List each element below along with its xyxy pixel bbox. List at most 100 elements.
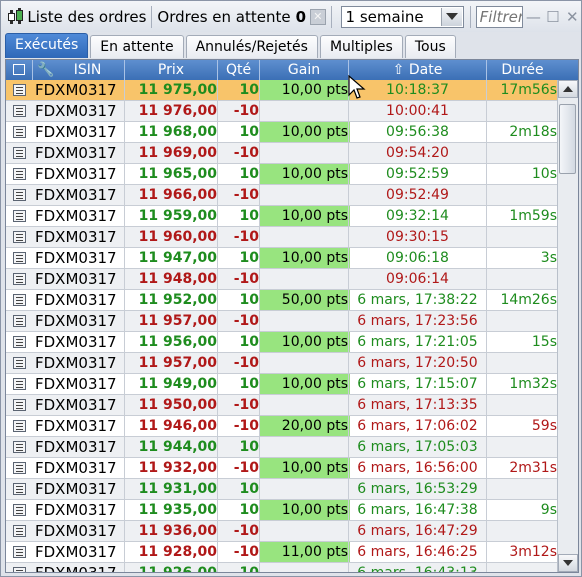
row-detail-cell [6, 479, 32, 499]
period-select[interactable]: 1 semaine [340, 5, 464, 28]
column-header-isin[interactable]: 🔧 ISIN [33, 60, 125, 80]
column-header-doc[interactable] [6, 60, 33, 80]
tab-executes[interactable]: Exécutés [5, 33, 89, 58]
column-header-prix[interactable]: Prix [125, 60, 218, 80]
document-icon[interactable] [12, 504, 26, 516]
table-row[interactable]: FDXM0317 11 947,00 10 10,00 pts 09:06:18 3s [6, 248, 558, 269]
document-icon[interactable] [12, 525, 26, 537]
column-header-duree[interactable]: Durée [487, 60, 558, 80]
scrollbar-thumb[interactable] [559, 104, 576, 174]
date-cell: 6 mars, 17:13:35 [357, 397, 478, 413]
divider [259, 80, 260, 572]
column-header-qte[interactable]: Qté [218, 60, 260, 80]
period-select-value: 1 semaine [345, 7, 424, 26]
scroll-up-icon[interactable] [558, 80, 578, 98]
document-icon[interactable] [12, 147, 26, 159]
row-detail-cell [6, 521, 32, 541]
column-header-gain[interactable]: Gain [260, 60, 349, 80]
document-icon[interactable] [12, 483, 26, 495]
prix-cell: 11 957,00 [138, 313, 217, 329]
tab-multiples[interactable]: Multiples [319, 35, 403, 58]
tab-annules-rejetes[interactable]: Annulés/Rejetés [185, 35, 318, 58]
table-header: 🔧 ISIN Prix Qté Gain ⇧ Date Durée [6, 60, 558, 80]
document-icon[interactable] [12, 336, 26, 348]
prix-cell: 11 931,00 [138, 481, 217, 497]
table-row[interactable]: FDXM0317 11 969,00 -10 09:54:20 [6, 143, 558, 164]
filter-input[interactable] [475, 5, 523, 28]
row-detail-cell [6, 122, 32, 142]
isin-cell: FDXM0317 [35, 144, 117, 162]
qte-cell: -10 [233, 229, 259, 245]
document-icon[interactable] [12, 441, 26, 453]
clear-pending-icon[interactable]: ✕ [310, 8, 326, 25]
chevron-down-icon[interactable] [440, 7, 462, 26]
document-icon[interactable] [12, 252, 26, 264]
isin-cell: FDXM0317 [35, 501, 117, 519]
table-row[interactable]: FDXM0317 11 957,00 -10 6 mars, 17:23:56 [6, 311, 558, 332]
table-row[interactable]: FDXM0317 11 968,00 10 10,00 pts 09:56:38 2m18… [6, 122, 558, 143]
date-cell: 09:06:14 [386, 271, 449, 287]
row-detail-cell [6, 353, 32, 373]
table-row[interactable]: FDXM0317 11 957,00 -10 6 mars, 17:20:50 [6, 353, 558, 374]
table-row[interactable]: FDXM0317 11 935,00 10 10,00 pts 6 mars, 16:4… [6, 500, 558, 521]
prix-cell: 11 928,00 [138, 544, 217, 560]
table-row[interactable]: FDXM0317 11 976,00 -10 10:00:41 [6, 101, 558, 122]
tab-tous[interactable]: Tous [404, 35, 456, 58]
table-row[interactable]: FDXM0317 11 959,00 10 10,00 pts 09:32:14 1m59… [6, 206, 558, 227]
isin-cell: FDXM0317 [35, 459, 117, 477]
qte-cell: -10 [233, 418, 259, 434]
table-row[interactable]: FDXM0317 11 956,00 10 10,00 pts 6 mars, 17:2… [6, 332, 558, 353]
document-icon[interactable] [12, 273, 26, 285]
maximize-icon[interactable]: ☐ [544, 8, 561, 26]
document-icon[interactable] [12, 126, 26, 138]
close-icon[interactable]: ✕ [564, 8, 581, 26]
isin-cell: FDXM0317 [35, 354, 117, 372]
row-detail-cell [6, 437, 32, 457]
table-row[interactable]: FDXM0317 11 950,00 -10 6 mars, 17:13:35 [6, 395, 558, 416]
table-row[interactable]: FDXM0317 11 975,00 10 10,00 pts 10:18:37 17m5… [6, 80, 558, 101]
minimize-icon[interactable]: — [525, 8, 542, 26]
document-icon[interactable] [12, 420, 26, 432]
document-icon[interactable] [12, 378, 26, 390]
date-cell: 6 mars, 17:21:05 [357, 334, 478, 350]
document-icon[interactable] [12, 231, 26, 243]
isin-cell: FDXM0317 [35, 438, 117, 456]
vertical-scrollbar[interactable] [557, 80, 578, 572]
table-row[interactable]: FDXM0317 11 948,00 -10 09:06:14 [6, 269, 558, 290]
document-icon[interactable] [12, 546, 26, 558]
table-row[interactable]: FDXM0317 11 926,00 10 6 mars, 16:43:13 [6, 563, 558, 572]
column-header-date[interactable]: ⇧ Date [349, 60, 487, 80]
document-icon[interactable] [12, 168, 26, 180]
table-row[interactable]: FDXM0317 11 932,00 -10 10,00 pts 6 mars, 16:… [6, 458, 558, 479]
tab-en-attente[interactable]: En attente [90, 35, 184, 58]
table-row[interactable]: FDXM0317 11 952,00 10 50,00 pts 6 mars, 17:3… [6, 290, 558, 311]
document-icon[interactable] [12, 315, 26, 327]
table-row[interactable]: FDXM0317 11 966,00 -10 09:52:49 [6, 185, 558, 206]
document-icon[interactable] [12, 210, 26, 222]
document-icon[interactable] [12, 462, 26, 474]
document-icon[interactable] [12, 399, 26, 411]
document-icon[interactable] [12, 294, 26, 306]
duree-cell: 1m59s [509, 208, 557, 224]
table-row[interactable]: FDXM0317 11 949,00 10 10,00 pts 6 mars, 17:1… [6, 374, 558, 395]
table-row[interactable]: FDXM0317 11 946,00 -10 20,00 pts 6 mars, 17:… [6, 416, 558, 437]
date-cell: 6 mars, 16:53:29 [357, 481, 478, 497]
date-cell: 10:00:41 [386, 103, 449, 119]
document-icon[interactable] [12, 84, 26, 96]
table-row[interactable]: FDXM0317 11 931,00 10 6 mars, 16:53:29 [6, 479, 558, 500]
table-row[interactable]: FDXM0317 11 928,00 -10 11,00 pts 6 mars, 16:… [6, 542, 558, 563]
document-icon[interactable] [12, 357, 26, 369]
gain-cell [260, 563, 350, 572]
isin-cell: FDXM0317 [35, 270, 117, 288]
table-row[interactable]: FDXM0317 11 960,00 -10 09:30:15 [6, 227, 558, 248]
scroll-down-icon[interactable] [558, 554, 578, 572]
table-row[interactable]: FDXM0317 11 965,00 10 10,00 pts 09:52:59 10s [6, 164, 558, 185]
gain-cell [260, 185, 350, 205]
isin-cell: FDXM0317 [35, 249, 117, 267]
document-icon[interactable] [12, 189, 26, 201]
column-header-date-label: Date [408, 62, 443, 78]
table-row[interactable]: FDXM0317 11 936,00 -10 6 mars, 16:47:29 [6, 521, 558, 542]
table-row[interactable]: FDXM0317 11 944,00 10 6 mars, 17:05:03 [6, 437, 558, 458]
document-icon[interactable] [12, 105, 26, 117]
document-icon[interactable] [12, 567, 26, 572]
